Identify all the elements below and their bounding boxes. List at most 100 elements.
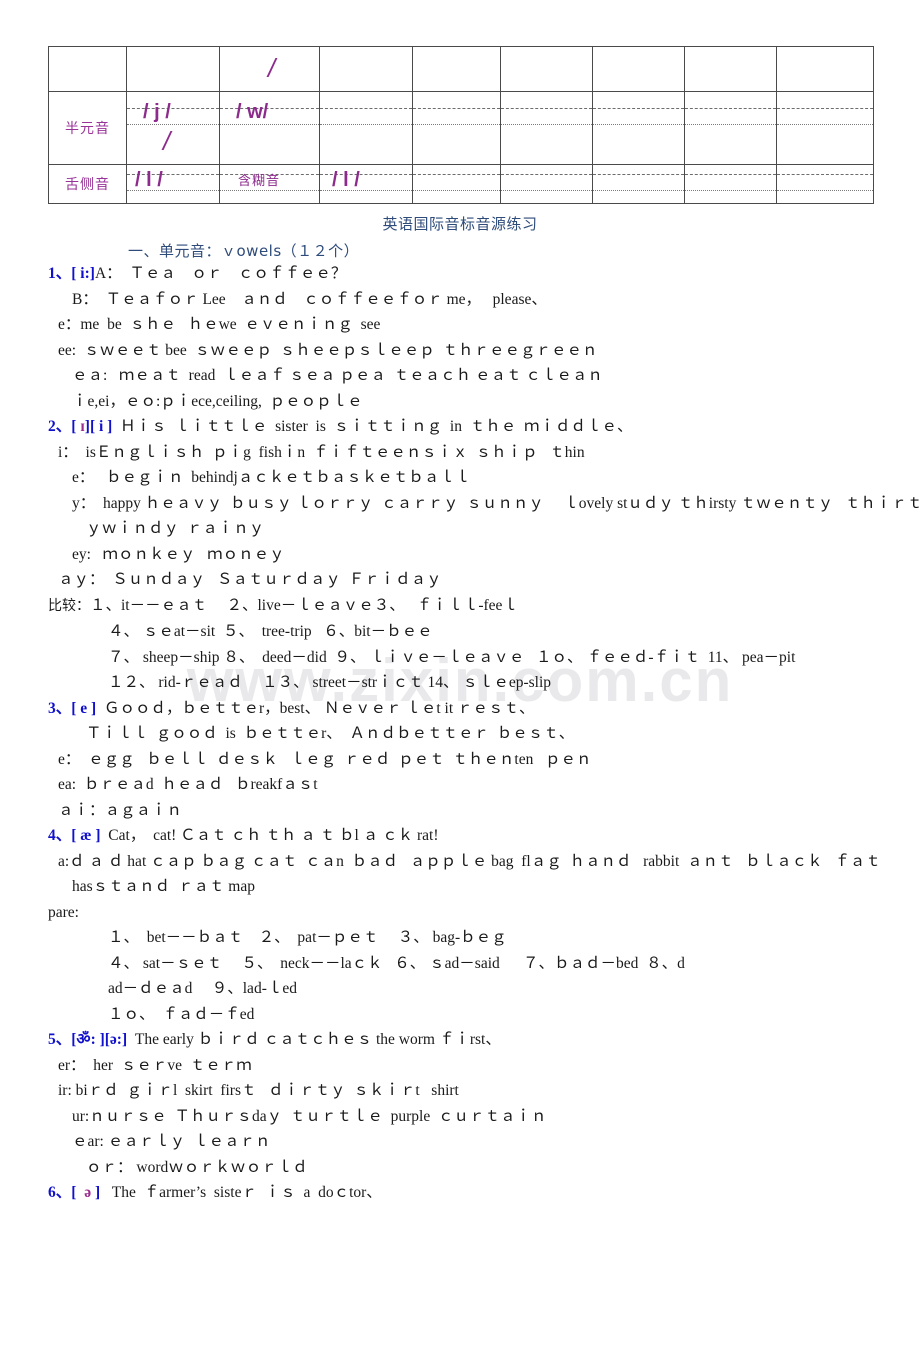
line-number: 5、 <box>48 1031 72 1048</box>
ipa-l-mark: / l / <box>135 169 163 191</box>
cell-r1c1 <box>48 46 127 92</box>
line-text: e： ｅｇｇ ｂｅｌｌ ｄｅｓｋ ｌｅｇ ｒｅｄ ｐｅｔ ｔｈｅｎten ｐｅｎ <box>58 750 592 768</box>
line-text: ey: ｍｏｎｋｅｙ ｍｏｎｅｙ <box>72 545 285 563</box>
exercise-line: ｅar: ｅａｒｌｙ ｌｅａｒｎ <box>0 1129 920 1155</box>
line-text: ａｉ：ａｇａｉｎ <box>58 801 183 819</box>
ipa-symbol-part: [ <box>71 1184 85 1201</box>
ipa-symbol-part: ][ i ] <box>84 418 113 435</box>
line-text: hasｓｔａｎｄ ｒａｔ map <box>72 878 255 895</box>
line-text: e： ｂｅｇｉｎ behindjａｃｋｅｔｂａｓｋｅｔｂａｌｌ <box>72 469 471 486</box>
cell-r1c7 <box>592 46 685 92</box>
exercise-line: ４、 ｓｅat－sit ５、 tree-trip ６、bit－ｂｅｅ <box>0 619 920 645</box>
line-number: 2、 <box>48 418 72 435</box>
document-page: / 半元音 / j / / / w/ 舌侧音 / l / 含糊音 / l / 英… <box>0 46 920 1206</box>
line-text: The ｆarmer’s sisteｒ ｉｓ a doｃtor、 <box>100 1184 382 1201</box>
cell-r2c7 <box>592 91 685 165</box>
ipa-j-mark: / j / <box>143 101 171 123</box>
cell-r1c8 <box>684 46 777 92</box>
cell-r2c8 <box>684 91 777 165</box>
line-number: 6、 <box>48 1184 72 1201</box>
ipa-symbol-part: [ <box>71 418 81 435</box>
line-text: a:ｄ ａ ｄ hat ｃａｐ ｂａｇ ｃａｔ ｃａn ｂａｄ ａｐｐｌｅ ba… <box>58 852 881 870</box>
line-text: ４、 ｓｅat－sit ５、 tree-trip ６、bit－ｂｅｅ <box>108 623 433 640</box>
slash-mark: / <box>268 53 276 83</box>
line-text: ea: ｂｒｅａd ｈｅａｄ ｂreakfａｓt <box>58 776 318 793</box>
exercise-line: e： ｂｅｇｉｎ behindjａｃｋｅｔｂａｓｋｅｔｂａｌｌ <box>0 465 920 491</box>
exercise-line: er： her ｓｅｒve ｔｅｒｍ <box>0 1053 920 1079</box>
phonetics-table: / 半元音 / j / / / w/ 舌侧音 / l / 含糊音 / l / <box>48 46 874 204</box>
exercise-line: ａｙ： Ｓｕｎｄａｙ Ｓａｔｕｒｄａｙ Ｆｒｉｄａｙ <box>0 567 920 593</box>
ipa-symbol: [ e ] <box>71 699 97 717</box>
row-label-lateral: 舌侧音 <box>48 164 127 204</box>
row-label-semivowel: 半元音 <box>48 91 127 165</box>
exercise-line: 6、[ ə ] The ｆarmer’s sisteｒ ｉｓ a doｃtor、 <box>0 1180 920 1206</box>
line-text: ７、 sheep－ship ８、 deed－did ９、 ｌｉｖｅ－ｌｅａｖｅ … <box>108 648 796 666</box>
section-heading: 一、单元音：ｖowels（１２个） <box>128 242 360 260</box>
exercise-line: ｏｒ： wordｗｏｒｋｗｏｒｌｄ <box>0 1155 920 1181</box>
cell-r3c3-obscure: 含糊音 <box>219 164 320 204</box>
exercise-line: ｉe,ei，ｅｏ:ｐｉece,ceiling, ｐｅｏｐｌｅ <box>0 389 920 415</box>
exercise-line: a:ｄ ａ ｄ hat ｃａｐ ｂａｇ ｃａｔ ｃａn ｂａｄ ａｐｐｌｅ ba… <box>0 849 920 875</box>
table-row: / <box>48 46 874 92</box>
cell-r1c9 <box>776 46 874 92</box>
exercise-line: １、 bet－－ｂａｔ ２、 pat－ｐｅｔ ３、 bag-ｂｅｇ <box>0 925 920 951</box>
ipa-symbol-part: [ə:] <box>104 1031 128 1048</box>
exercise-line: 比较：１、it－－ｅａｔ ２、live－ｌｅａｖｅ３、 ｆｉｌｌ-feeｌ <box>0 593 920 620</box>
line-text: Ｔｉｌｌ ｇｏｏｄ is ｂｅｔｔｅr、 Ａｎｄｂｅｔｔｅｒ ｂｅｓｔ、 <box>86 725 575 742</box>
cell-r1c3-slash: / <box>219 46 320 92</box>
line-text: １、 bet－－ｂａｔ ２、 pat－ｐｅｔ ３、 bag-ｂｅｇ <box>108 929 507 946</box>
exercise-line: 1、[ i:]A： Ｔｅａ ｏｒ ｃｏｆｆｅｅ？ <box>0 261 920 287</box>
line-text: B： Ｔｅａｆｏｒ Lee ａｎｄ ｃｏｆｆｅｅｆｏｒ me， please、 <box>72 290 547 308</box>
exercise-line: 3、[ e ] Ｇｏｏｄ，ｂｅｔｔｅr，best、 Ｎｅｖｅｒ ｌｅt it ｒ… <box>0 696 920 722</box>
exercise-line: ur:ｎｕｒｓｅ Ｔｈｕｒｓdaｙ ｔｕｒｔｌｅ purple ｃｕｒｔａｉｎ <box>0 1104 920 1130</box>
line-lead-label: 比较： <box>48 597 90 614</box>
exercise-line: ７、 sheep－ship ８、 deed－did ９、 ｌｉｖｅ－ｌｅａｖｅ … <box>0 645 920 671</box>
cell-r3c9 <box>776 164 874 204</box>
line-text: ad－ｄｅａd ９、lad-ｌed <box>108 980 297 997</box>
line-text: ir: biｒｄ ｇｉｒl skirt firsｔ ｄｉｒｔｙ ｓｋｉｒt sh… <box>58 1082 459 1099</box>
exercise-line: ａｉ：ａｇａｉｎ <box>0 798 920 824</box>
cell-r3c2-l: / l / <box>126 164 220 204</box>
page-title: 英语国际音标音源练习 <box>382 215 538 233</box>
cell-r2c4 <box>319 91 413 165</box>
line-text: Ｇｏｏｄ，ｂｅｔｔｅr，best、 Ｎｅｖｅｒ ｌｅt it ｒｅｓｔ、 <box>96 699 535 717</box>
cell-r3c4-l: / l / <box>319 164 413 204</box>
exercise-line: １２、 rid-ｒｅａｄ １３、 street－strｉｃｔ 14、 ｓｌｅep… <box>0 670 920 696</box>
obscure-sound-label: 含糊音 <box>238 173 281 188</box>
cell-r3c7 <box>592 164 685 204</box>
line-number: 4、 <box>48 827 72 844</box>
cell-r2c2-j: / j / / <box>126 91 220 165</box>
exercise-line: hasｓｔａｎｄ ｒａｔ map <box>0 874 920 900</box>
ipa-symbol-part: ] <box>91 1184 101 1201</box>
exercise-line: ｅａ: ｍｅａｔ read ｌｅａｆ ｓｅａ ｐｅａ ｔｅａｃｈ ｅａｔ ｃｌｅ… <box>0 363 920 389</box>
line-number: 1、 <box>48 265 72 282</box>
exercise-line: B： Ｔｅａｆｏｒ Lee ａｎｄ ｃｏｆｆｅｅｆｏｒ me， please、 <box>0 287 920 313</box>
line-text: ４、 sat－ｓｅｔ ５、 neck－－laｃｋ ６、 ｓad－said ７、ｂ… <box>108 954 685 972</box>
cell-r1c6 <box>500 46 593 92</box>
exercise-line: 4、[ æ ] Cat， cat! Ｃａｔ ｃｈ ｔｈ ａ ｔ ｂl ａ ｃｋ … <box>0 823 920 849</box>
cell-r2c5 <box>412 91 501 165</box>
exercise-line: ｙｗｉｎｄｙ ｒａｉｎｙ <box>0 516 920 542</box>
cell-r1c5 <box>412 46 501 92</box>
ipa-symbol: [ i:] <box>71 265 95 282</box>
cell-r3c6 <box>500 164 593 204</box>
line-text: ur:ｎｕｒｓｅ Ｔｈｕｒｓdaｙ ｔｕｒｔｌｅ purple ｃｕｒｔａｉｎ <box>72 1107 547 1125</box>
ipa-symbol: [ æ ] <box>71 827 101 844</box>
line-text: e：me be ｓｈｅ ｈｅwe ｅｖｅｎｉｎｇ see <box>58 316 381 333</box>
line-text: er： her ｓｅｒve ｔｅｒｍ <box>58 1056 252 1074</box>
exercise-line: e：me be ｓｈｅ ｈｅwe ｅｖｅｎｉｎｇ see <box>0 312 920 338</box>
line-text: １、it－－ｅａｔ ２、live－ｌｅａｖｅ３、 ｆｉｌｌ-feeｌ <box>90 596 518 614</box>
line-text: ｙｗｉｎｄｙ ｒａｉｎｙ <box>86 520 265 537</box>
cell-r2c9 <box>776 91 874 165</box>
line-text: ｏｒ： wordｗｏｒｋｗｏｒｌｄ <box>86 1158 308 1176</box>
exercise-line: ４、 sat－ｓｅｔ ５、 neck－－laｃｋ ６、 ｓad－said ７、ｂ… <box>0 951 920 977</box>
line-text: １ｏ、 ｆａｄ－ｆed <box>108 1005 255 1023</box>
exercise-line: ea: ｂｒｅａd ｈｅａｄ ｂreakfａｓt <box>0 772 920 798</box>
table-row: 半元音 / j / / / w/ <box>48 91 874 165</box>
line-text: pare: <box>48 903 79 921</box>
exercise-line: i： isＥｎｇｌｉｓｈ ｐｉg fishｉn ｆｉｆｔｅｅｎｓｉｘ ｓｈｉｐ … <box>0 440 920 466</box>
line-text: Ｈｉｓ ｌｉｔｔｌｅ sister is ｓｉｔｔｉｎｇ in ｔｈｅ ｍｉｄｄ… <box>112 418 633 435</box>
ipa-l-mark-2: / l / <box>332 169 360 191</box>
cell-r3c8 <box>684 164 777 204</box>
exercise-line: 2、[ ɪ][ i ] Ｈｉｓ ｌｉｔｔｌｅ sister is ｓｉｔｔｉｎｇ… <box>0 414 920 440</box>
